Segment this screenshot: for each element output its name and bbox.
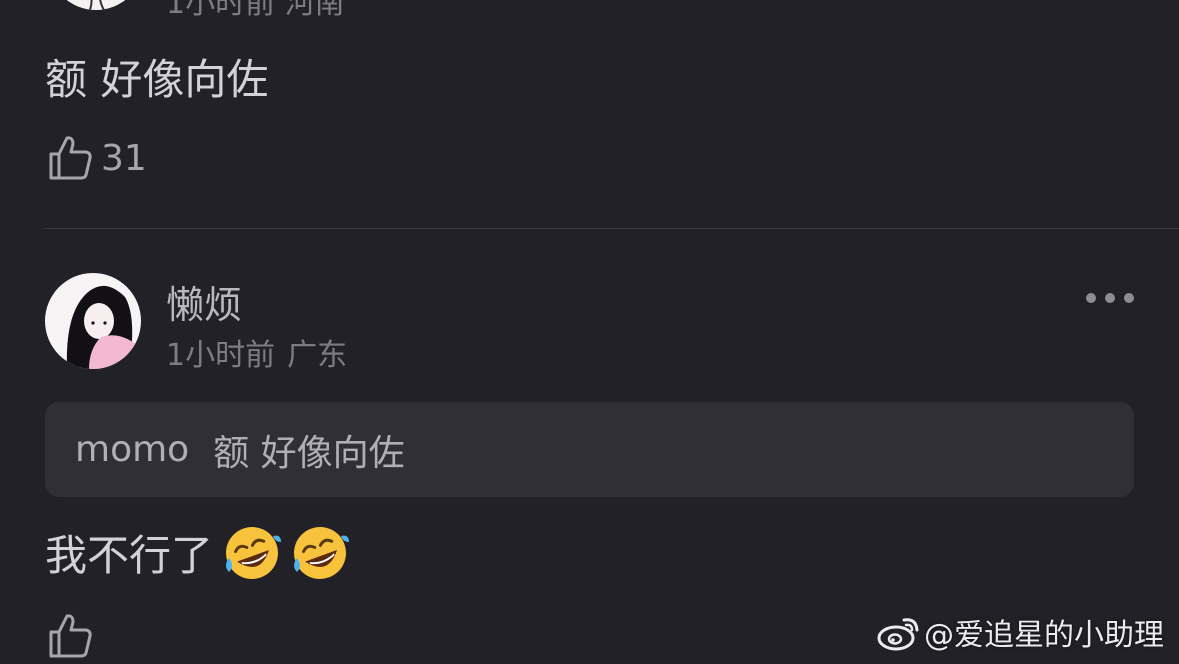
username[interactable]: 懒烦 <box>166 274 242 329</box>
comment-time: 1小时前 <box>166 338 276 373</box>
like-count: 31 <box>101 137 147 179</box>
avatar[interactable] <box>48 0 144 10</box>
watermark-text: @爱追星的小助理 <box>924 618 1164 653</box>
quoted-text: 额 好像向佐 <box>213 432 405 474</box>
like-button[interactable]: 31 <box>47 134 147 182</box>
dot-icon <box>1105 293 1115 303</box>
comment-text-row: 我不行了 <box>45 522 350 583</box>
rofl-emoji-icon <box>226 526 282 579</box>
thumbs-up-icon <box>49 614 92 658</box>
rofl-emoji-icon <box>294 526 350 579</box>
watermark: @爱追星的小助理 <box>876 610 1164 654</box>
quoted-username: momo <box>75 429 190 470</box>
divider <box>45 228 1179 229</box>
more-options-button[interactable] <box>1086 288 1134 308</box>
dot-icon <box>1086 293 1096 303</box>
weibo-logo-icon <box>877 618 919 651</box>
comment-meta: 1小时前 广东 <box>166 330 347 374</box>
comment-text: 额 好像向佐 <box>45 55 269 104</box>
comment-text: 我不行了 <box>45 531 214 580</box>
comment-meta: 1小时前 河南 <box>166 0 345 21</box>
thumbs-up-icon <box>49 136 92 180</box>
like-button[interactable] <box>47 612 93 664</box>
avatar[interactable] <box>45 273 141 369</box>
comment-location: 广东 <box>287 338 348 373</box>
quoted-comment[interactable]: momo 额 好像向佐 <box>45 402 1134 497</box>
avatar-image <box>89 0 105 10</box>
dot-icon <box>1124 293 1134 303</box>
avatar-image <box>66 285 141 369</box>
